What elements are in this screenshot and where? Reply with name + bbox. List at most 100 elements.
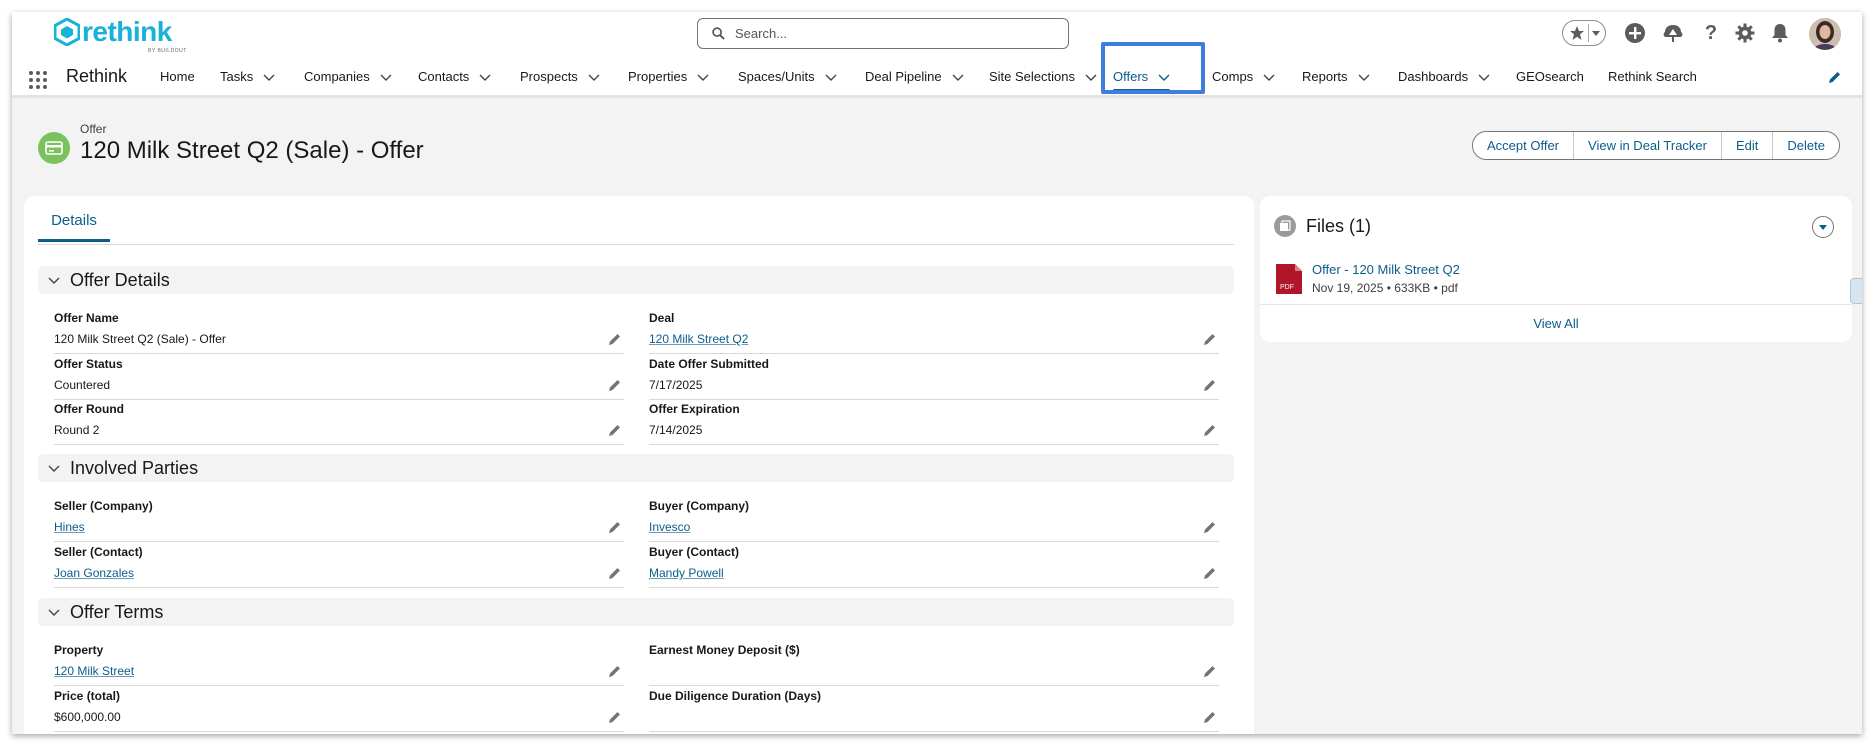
field-label: Price (total): [54, 689, 121, 703]
rethink-hex-logo-icon: [54, 18, 80, 46]
nav-item-spaces-units[interactable]: Spaces/Units: [738, 58, 837, 95]
nav-item-label: Rethink Search: [1608, 69, 1697, 84]
app-name: Rethink: [66, 66, 128, 86]
app-launcher-icon[interactable]: [28, 70, 48, 90]
nav-item-label: Spaces/Units: [738, 69, 815, 84]
logo-wordmark: rethink: [82, 16, 172, 47]
files-divider: [1260, 304, 1852, 305]
global-search[interactable]: [697, 18, 1069, 49]
edit-nav-pencil-icon[interactable]: [1828, 70, 1842, 84]
property-link[interactable]: 120 Milk Street: [54, 664, 134, 678]
chevron-down-icon: [48, 277, 60, 284]
edit-pencil-icon[interactable]: [1203, 664, 1217, 678]
nav-item-properties[interactable]: Properties: [628, 58, 709, 95]
seller-company-link[interactable]: Hines: [54, 520, 85, 534]
edit-pencil-icon[interactable]: [608, 332, 622, 346]
edit-pencil-icon[interactable]: [608, 566, 622, 580]
field-value: Countered: [54, 378, 111, 392]
field-due-diligence-duration: Due Diligence Duration (Days): [649, 688, 1219, 732]
nav-item-home[interactable]: Home: [160, 58, 195, 95]
accept-offer-button[interactable]: Accept Offer: [1473, 132, 1575, 159]
nav-item-contacts[interactable]: Contacts: [418, 58, 491, 95]
field-seller-contact: Seller (Contact) Joan Gonzales: [54, 544, 624, 588]
files-menu-button[interactable]: [1812, 216, 1834, 238]
edit-button[interactable]: Edit: [1722, 132, 1774, 159]
field-date-offer-submitted: Date Offer Submitted 7/17/2025: [649, 356, 1219, 400]
nav-item-reports[interactable]: Reports: [1302, 58, 1370, 95]
user-avatar-image: [1809, 18, 1841, 50]
chevron-down-icon[interactable]: [697, 71, 709, 83]
field-offer-round: Offer Round Round 2: [54, 401, 624, 445]
edit-pencil-icon[interactable]: [608, 710, 622, 724]
nav-item-label: Site Selections: [989, 69, 1075, 84]
deal-link[interactable]: 120 Milk Street Q2: [649, 332, 748, 346]
user-avatar[interactable]: [1809, 18, 1841, 50]
page-title: 120 Milk Street Q2 (Sale) - Offer: [80, 137, 424, 164]
nav-item-deal-pipeline[interactable]: Deal Pipeline: [865, 58, 964, 95]
tab-details[interactable]: Details: [38, 212, 110, 242]
nav-item-label: Comps: [1212, 69, 1254, 84]
delete-button[interactable]: Delete: [1773, 132, 1839, 159]
logo-subtext: BY BUILDOUT: [148, 48, 187, 54]
field-value: Round 2: [54, 423, 100, 437]
buyer-company-link[interactable]: Invesco: [649, 520, 690, 534]
field-label: Offer Status: [54, 357, 123, 371]
search-icon: [712, 27, 725, 40]
section-offer-details[interactable]: Offer Details: [38, 266, 1234, 294]
buyer-contact-link[interactable]: Mandy Powell: [649, 566, 724, 580]
pdf-file-icon: PDF: [1276, 264, 1302, 294]
nav-item-comps[interactable]: Comps: [1212, 58, 1275, 95]
chevron-down-icon[interactable]: [1263, 71, 1275, 83]
file-link[interactable]: Offer - 120 Milk Street Q2: [1312, 262, 1460, 277]
field-earnest-money-deposit: Earnest Money Deposit ($): [649, 642, 1219, 686]
chevron-down-icon: [48, 609, 60, 616]
nav-item-rethink-search[interactable]: Rethink Search: [1608, 58, 1697, 95]
nav-item-companies[interactable]: Companies: [304, 58, 392, 95]
view-all-link[interactable]: View All: [1260, 316, 1852, 331]
setup-button[interactable]: [1732, 20, 1758, 46]
chevron-down-icon[interactable]: [380, 71, 392, 83]
edit-pencil-icon[interactable]: [1203, 520, 1217, 534]
section-involved-parties[interactable]: Involved Parties: [38, 454, 1234, 482]
edit-pencil-icon[interactable]: [1203, 566, 1217, 580]
nav-item-dashboards[interactable]: Dashboards: [1398, 58, 1490, 95]
nav-item-tasks[interactable]: Tasks: [220, 58, 275, 95]
nav-item-geosearch[interactable]: GEOsearch: [1516, 58, 1584, 95]
nav-item-prospects[interactable]: Prospects: [520, 58, 600, 95]
field-label: Offer Name: [54, 311, 119, 325]
edit-pencil-icon[interactable]: [1203, 332, 1217, 346]
seller-contact-link[interactable]: Joan Gonzales: [54, 566, 134, 580]
edit-pencil-icon[interactable]: [608, 664, 622, 678]
files-title: Files (1): [1306, 216, 1372, 236]
chevron-down-icon[interactable]: [825, 71, 837, 83]
edit-pencil-icon[interactable]: [608, 520, 622, 534]
chevron-down-icon[interactable]: [263, 71, 275, 83]
edit-pencil-icon[interactable]: [1203, 423, 1217, 437]
favorites-button[interactable]: [1562, 20, 1606, 46]
edit-pencil-icon[interactable]: [608, 378, 622, 392]
side-panel-handle[interactable]: [1850, 278, 1862, 304]
search-input[interactable]: [735, 26, 1035, 41]
help-button[interactable]: ?: [1698, 20, 1724, 46]
nav-item-label: Deal Pipeline: [865, 69, 942, 84]
chevron-down-icon[interactable]: [479, 71, 491, 83]
edit-pencil-icon[interactable]: [1203, 378, 1217, 392]
trailhead-icon: [1663, 25, 1683, 42]
edit-pencil-icon[interactable]: [608, 423, 622, 437]
chevron-down-icon[interactable]: [588, 71, 600, 83]
file-meta: Nov 19, 2025 • 633KB • pdf: [1312, 281, 1458, 295]
nav-item-site-selections[interactable]: Site Selections: [989, 58, 1097, 95]
chevron-down-icon[interactable]: [1478, 71, 1490, 83]
chevron-down-icon[interactable]: [1085, 71, 1097, 83]
notifications-button[interactable]: [1767, 20, 1793, 46]
field-label: Due Diligence Duration (Days): [649, 689, 822, 703]
view-in-deal-tracker-button[interactable]: View in Deal Tracker: [1574, 132, 1722, 159]
field-label: Offer Round: [54, 402, 124, 416]
section-offer-terms[interactable]: Offer Terms: [38, 598, 1234, 626]
chevron-down-icon[interactable]: [1358, 71, 1370, 83]
edit-pencil-icon[interactable]: [1203, 710, 1217, 724]
nav-item-label: Companies: [304, 69, 370, 84]
trailhead-button[interactable]: [1660, 20, 1686, 46]
chevron-down-icon[interactable]: [952, 71, 964, 83]
global-add-button[interactable]: [1622, 20, 1648, 46]
